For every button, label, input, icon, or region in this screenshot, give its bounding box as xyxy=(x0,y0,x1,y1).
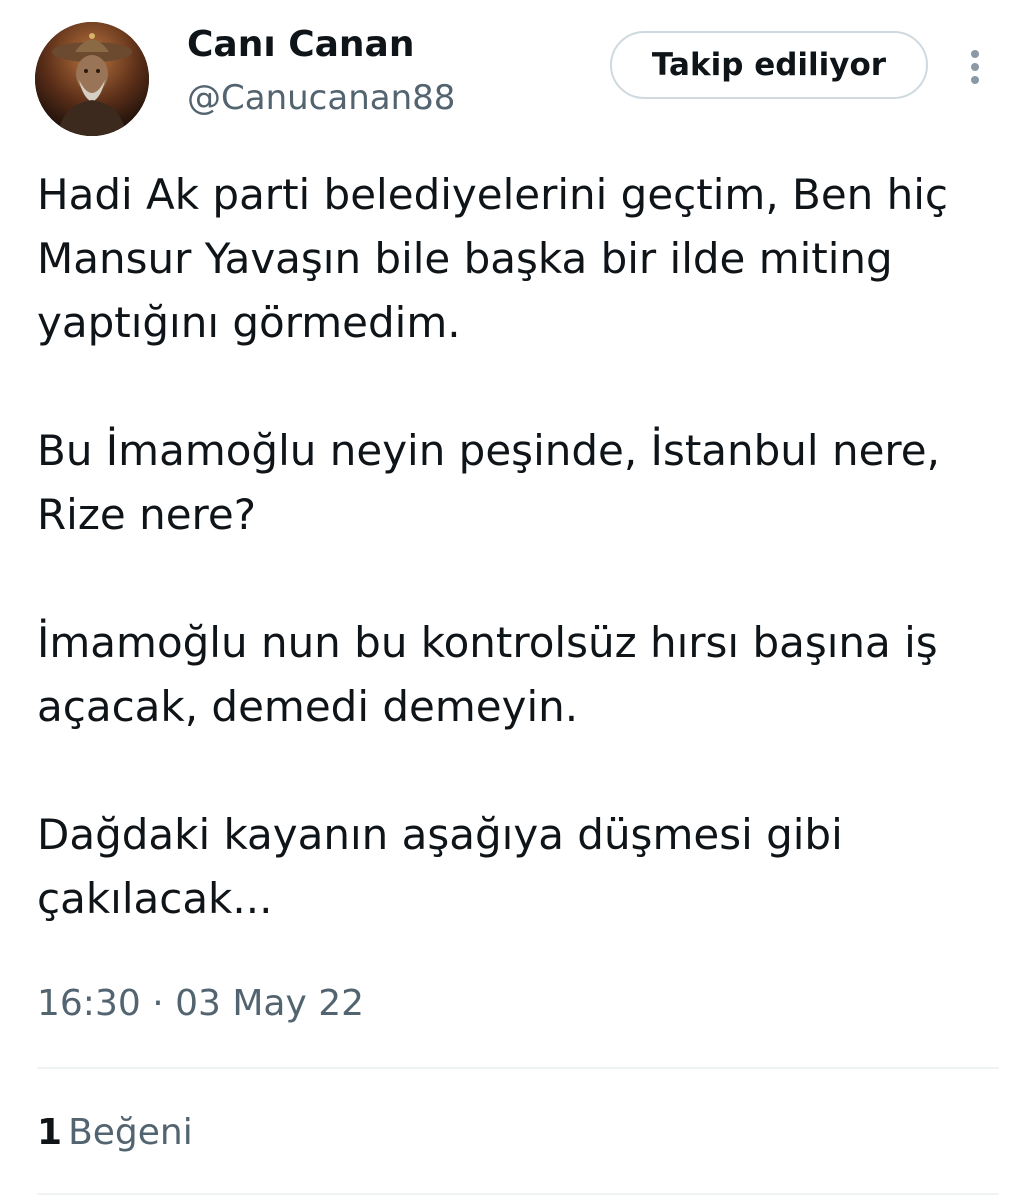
divider xyxy=(37,1193,999,1195)
likes-count: 1 xyxy=(37,1112,63,1153)
likes-stat[interactable]: 1 Beğeni xyxy=(37,1112,193,1153)
tweet-text: Hadi Ak parti belediyelerini geçtim, Ben… xyxy=(37,163,1007,931)
tweet-paragraph: Bu İmamoğlu neyin peşinde, İstanbul nere… xyxy=(37,426,940,539)
more-dot xyxy=(971,76,979,84)
tweet-paragraph: İmamoğlu nun bu kontrolsüz hırsı başına … xyxy=(37,618,938,731)
divider xyxy=(37,1067,999,1069)
more-dot xyxy=(971,50,979,58)
following-button[interactable]: Takip ediliyor xyxy=(610,31,928,99)
likes-label: Beğeni xyxy=(68,1112,193,1153)
tweet-timestamp[interactable]: 16:30 · 03 May 22 xyxy=(37,983,364,1024)
more-dot xyxy=(971,63,979,71)
avatar[interactable] xyxy=(35,22,149,136)
more-vertical-icon[interactable] xyxy=(955,42,995,92)
tweet-paragraph: Dağdaki kayanın aşağıya düşmesi gibi çak… xyxy=(37,810,843,923)
display-name[interactable]: Canı Canan xyxy=(187,24,414,65)
warrior-portrait-icon xyxy=(35,22,149,136)
tweet-paragraph: Hadi Ak parti belediyelerini geçtim, Ben… xyxy=(37,170,949,347)
tweet-detail: Canı Canan @Canucanan88 Takip ediliyor H… xyxy=(0,0,1033,1200)
user-handle[interactable]: @Canucanan88 xyxy=(187,78,455,118)
